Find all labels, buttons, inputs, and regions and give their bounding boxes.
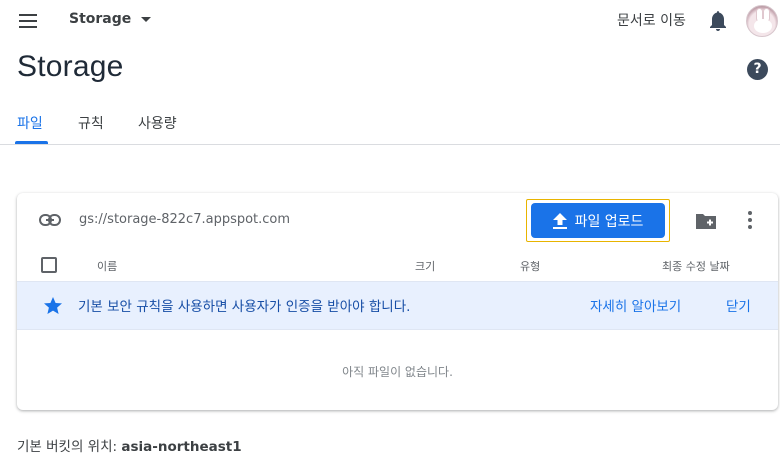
table-header: 이름 크기 유형 최종 수정 날짜 <box>17 251 778 281</box>
dismiss-banner-link[interactable]: 닫기 <box>726 295 751 315</box>
active-tab-indicator <box>15 141 48 144</box>
upload-button-label: 파일 업로드 <box>574 213 644 230</box>
tab-bar: 파일 규칙 사용량 <box>0 100 780 145</box>
link-icon <box>39 212 61 226</box>
column-size[interactable]: 크기 <box>415 258 435 274</box>
column-modified[interactable]: 최종 수정 날짜 <box>662 258 730 274</box>
chevron-down-icon <box>141 16 152 22</box>
bucket-url[interactable]: gs://storage-822c7.appspot.com <box>79 212 290 227</box>
learn-more-link[interactable]: 자세히 알아보기 <box>590 295 681 315</box>
bucket-location-value: asia-northeast1 <box>121 439 242 455</box>
tab-files[interactable]: 파일 <box>17 113 43 133</box>
more-vert-icon[interactable] <box>746 211 754 231</box>
column-name[interactable]: 이름 <box>97 258 117 274</box>
upload-icon <box>552 212 567 229</box>
help-icon[interactable]: ? <box>747 59 768 80</box>
bell-icon[interactable] <box>708 10 728 32</box>
docs-link[interactable]: 문서로 이동 <box>617 10 686 30</box>
project-name: Storage <box>69 11 132 27</box>
select-all-checkbox[interactable] <box>41 257 57 273</box>
new-folder-icon[interactable] <box>695 212 717 230</box>
file-browser-card: gs://storage-822c7.appspot.com 파일 업로드 이름… <box>17 193 778 410</box>
avatar[interactable] <box>746 5 778 37</box>
bucket-location: 기본 버킷의 위치: asia-northeast1 <box>17 435 242 455</box>
tab-rules[interactable]: 규칙 <box>78 113 104 133</box>
tab-usage[interactable]: 사용량 <box>138 113 177 133</box>
bucket-location-label: 기본 버킷의 위치: <box>17 439 122 455</box>
column-type[interactable]: 유형 <box>520 258 540 274</box>
page-title: Storage <box>17 50 124 83</box>
project-selector[interactable]: Storage <box>69 11 152 27</box>
menu-icon[interactable] <box>18 12 40 30</box>
star-icon <box>43 296 63 316</box>
security-rules-banner: 기본 보안 규칙을 사용하면 사용자가 인증을 받아야 합니다. 자세히 알아보… <box>17 281 778 330</box>
upload-file-button[interactable]: 파일 업로드 <box>531 203 665 238</box>
banner-text: 기본 보안 규칙을 사용하면 사용자가 인증을 받아야 합니다. <box>78 299 411 315</box>
top-bar: Storage 문서로 이동 <box>0 0 780 42</box>
empty-state-text: 아직 파일이 없습니다. <box>342 365 453 379</box>
